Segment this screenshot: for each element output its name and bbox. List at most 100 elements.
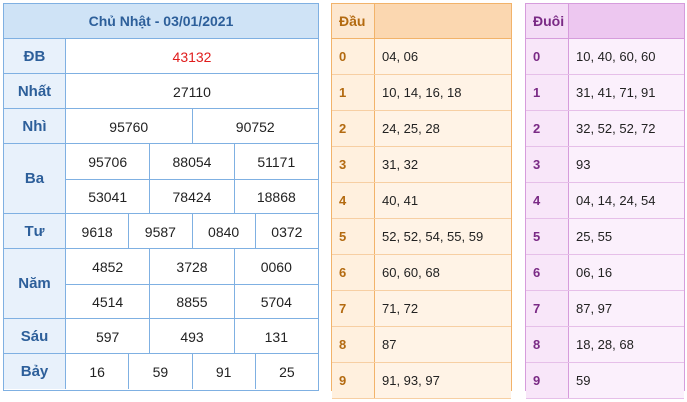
- prize-name: Ba: [4, 144, 66, 213]
- tail-table-body: 0 10, 40, 60, 60 1 31, 41, 71, 91 2 32, 52, 5…: [526, 39, 684, 399]
- head-digit: 4: [332, 183, 375, 218]
- head-numbers: 10, 14, 16, 18: [382, 85, 462, 100]
- tail-row: 6 06, 16: [526, 255, 684, 291]
- prize-number: 16: [89, 363, 105, 380]
- tail-numbers: 93: [576, 157, 591, 172]
- head-numbers: 40, 41: [382, 193, 419, 208]
- prize-row: Nhất 27110: [4, 74, 318, 109]
- tail-numbers: 25, 55: [576, 229, 613, 244]
- results-title: Chủ Nhật - 03/01/2021: [4, 4, 318, 39]
- results-table: Chủ Nhật - 03/01/2021 ĐB 43132 Nhất 27110 Nh…: [3, 3, 319, 391]
- prize-number: 27110: [173, 83, 211, 100]
- prize-values: 4852 3728 0060 4514 8855 5704: [66, 249, 318, 319]
- prize-row: Sáu 597 493 131: [4, 319, 318, 354]
- head-row: 2 24, 25, 28: [332, 111, 511, 147]
- prize-name: Tư: [4, 214, 66, 248]
- prize-number: 5704: [233, 285, 318, 319]
- prize-name: Năm: [4, 249, 66, 318]
- tail-digit: 1: [526, 75, 569, 110]
- prize-number: 3728: [149, 249, 233, 284]
- tail-digit: 8: [526, 327, 569, 362]
- head-numbers: 04, 06: [382, 49, 419, 64]
- tail-digit: 2: [526, 111, 569, 146]
- prize-line: 4852 3728 0060: [66, 249, 318, 284]
- prize-number: 91: [191, 354, 255, 389]
- head-digit: 7: [332, 291, 375, 326]
- prize-values: 597 493 131: [66, 319, 318, 354]
- head-row: 4 40, 41: [332, 183, 511, 219]
- tail-row: 3 93: [526, 147, 684, 183]
- prize-line: 27110: [66, 74, 318, 109]
- tail-row: 8 18, 28, 68: [526, 327, 684, 363]
- head-digit: 6: [332, 255, 375, 290]
- prize-row: Năm 4852 3728 0060 4514 8855 5704: [4, 249, 318, 319]
- tail-numbers: 31, 41, 71, 91: [576, 85, 656, 100]
- prize-number: 0060: [233, 249, 318, 284]
- head-digit: 8: [332, 327, 375, 362]
- head-row: 7 71, 72: [332, 291, 511, 327]
- prize-row: ĐB 43132: [4, 39, 318, 74]
- prize-line: 4514 8855 5704: [66, 284, 318, 319]
- head-table-header-fill: [375, 4, 511, 38]
- prize-number: 95760: [109, 118, 149, 135]
- head-numbers: 60, 60, 68: [382, 265, 440, 280]
- head-numbers: 52, 52, 54, 55, 59: [382, 229, 484, 244]
- prize-line: 16 59 91 25: [66, 354, 318, 389]
- tail-row: 9 59: [526, 363, 684, 399]
- head-row: 0 04, 06: [332, 39, 511, 75]
- head-digit: 1: [332, 75, 375, 110]
- head-row: 3 31, 32: [332, 147, 511, 183]
- prize-number: 90752: [191, 109, 319, 144]
- prize-line: 597 493 131: [66, 319, 318, 354]
- prize-number: 4514: [92, 294, 124, 310]
- prize-row: Ba 95706 88054 51171 53041 78424 18868: [4, 144, 318, 214]
- prize-number: 0840: [191, 214, 255, 249]
- head-digit: 5: [332, 219, 375, 254]
- prize-body: ĐB 43132 Nhất 27110 Nhì 95760 90752 Ba 95706 8805…: [4, 39, 318, 389]
- prize-number: 493: [149, 319, 233, 354]
- head-table-body: 0 04, 06 1 10, 14, 16, 18 2 24, 25, 28 3 31, 32…: [332, 39, 511, 399]
- prize-line: 95760 90752: [66, 109, 318, 144]
- tail-table-header-fill: [569, 4, 684, 38]
- head-row: 8 87: [332, 327, 511, 363]
- prize-line: 53041 78424 18868: [66, 179, 318, 214]
- tail-numbers: 10, 40, 60, 60: [576, 49, 656, 64]
- prize-line: 9618 9587 0840 0372: [66, 214, 318, 249]
- head-digit: 2: [332, 111, 375, 146]
- prize-number: 18868: [233, 180, 318, 214]
- prize-number: 9618: [81, 223, 113, 240]
- tail-numbers: 04, 14, 24, 54: [576, 193, 656, 208]
- prize-number: 78424: [149, 180, 233, 214]
- prize-number: 597: [95, 328, 120, 345]
- tail-row: 7 87, 97: [526, 291, 684, 327]
- head-table: Đầu 0 04, 06 1 10, 14, 16, 18 2 24, 25, 28 3 31…: [331, 3, 512, 399]
- tail-numbers: 59: [576, 373, 591, 388]
- prize-line: 95706 88054 51171: [66, 144, 318, 179]
- prize-number: 4852: [92, 258, 124, 275]
- tail-numbers: 87, 97: [576, 301, 613, 316]
- tail-row: 5 25, 55: [526, 219, 684, 255]
- head-table-header: Đầu: [332, 4, 511, 39]
- tail-row: 2 32, 52, 52, 72: [526, 111, 684, 147]
- prize-number: 131: [233, 319, 318, 354]
- prize-number: 53041: [88, 189, 128, 205]
- head-numbers: 31, 32: [382, 157, 419, 172]
- head-digit: 3: [332, 147, 375, 182]
- head-numbers: 24, 25, 28: [382, 121, 440, 136]
- prize-row: Nhì 95760 90752: [4, 109, 318, 144]
- prize-values: 95760 90752: [66, 109, 318, 144]
- tail-table: Đuôi 0 10, 40, 60, 60 1 31, 41, 71, 91 2 32, …: [525, 3, 685, 399]
- prize-number: 0372: [254, 214, 318, 249]
- head-row: 5 52, 52, 54, 55, 59: [332, 219, 511, 255]
- head-table-header-label: Đầu: [332, 4, 375, 38]
- head-row: 1 10, 14, 16, 18: [332, 75, 511, 111]
- prize-name: Bảy: [4, 354, 66, 389]
- tail-row: 0 10, 40, 60, 60: [526, 39, 684, 75]
- prize-number: 51171: [233, 144, 318, 179]
- prize-name: Sáu: [4, 319, 66, 353]
- head-digit: 9: [332, 363, 375, 398]
- prize-row: Bảy 16 59 91 25: [4, 354, 318, 389]
- prize-number: 8855: [149, 285, 233, 319]
- tail-numbers: 18, 28, 68: [576, 337, 634, 352]
- prize-values: 27110: [66, 74, 318, 108]
